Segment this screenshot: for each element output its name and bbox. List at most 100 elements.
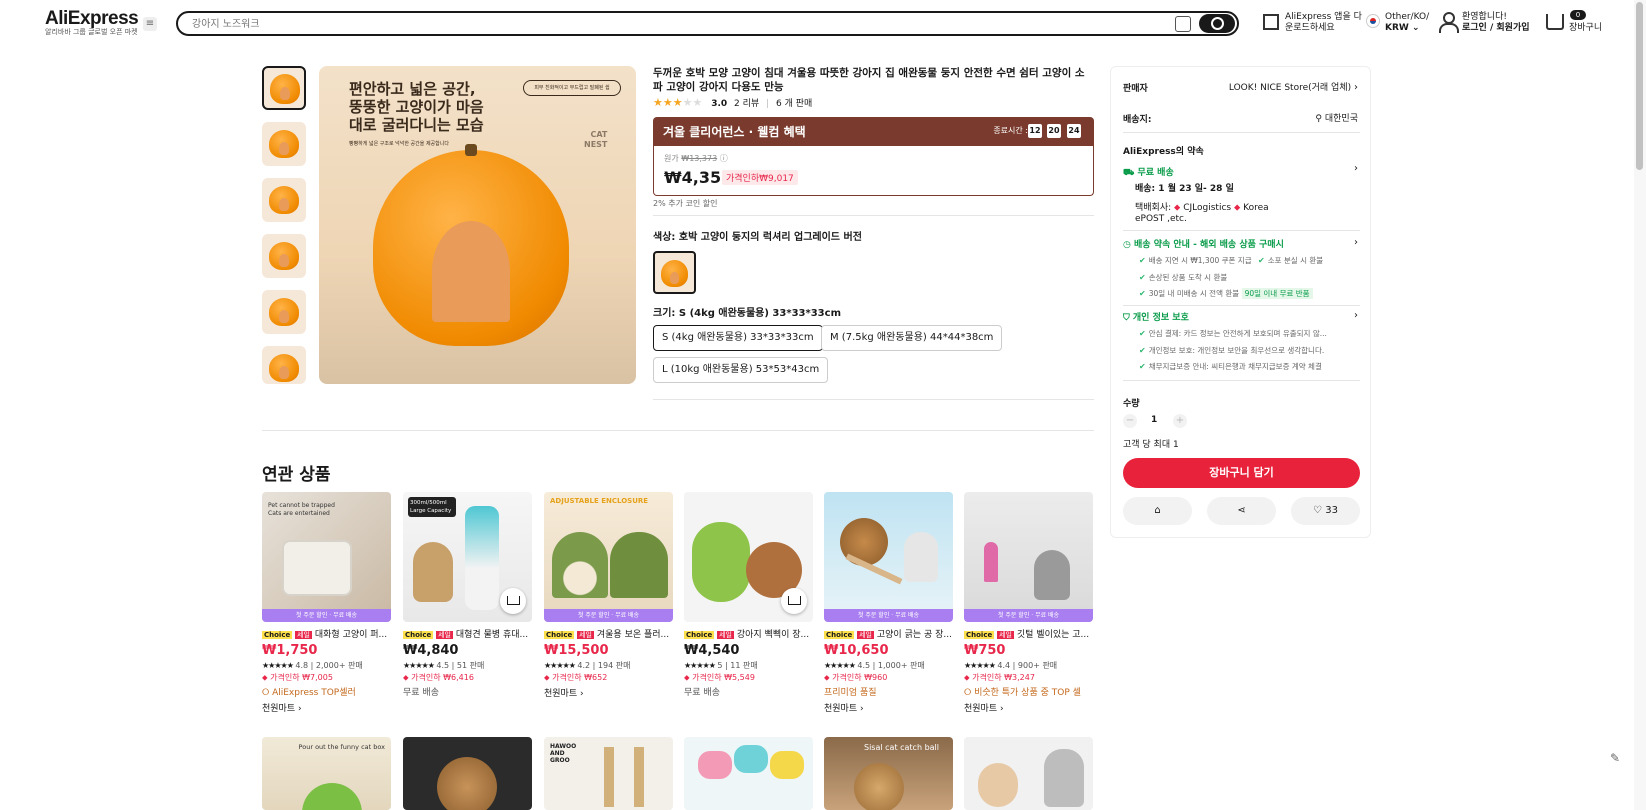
size-option-m[interactable]: M (7.5kg 애완동물용) 44*44*38cm bbox=[821, 325, 1003, 351]
product-card[interactable]: ADJUSTABLE ENCLOSURE 첫 주문 할인 · 무료 배송 Cho… bbox=[544, 492, 673, 699]
free-return-tag: 90일 이내 무료 반품 bbox=[1241, 288, 1313, 299]
star-icon: ★★ bbox=[682, 96, 703, 109]
product-image[interactable]: 300ml/500ml Large Capacity bbox=[403, 492, 532, 622]
image-badge: 피부 친화적이고 부드럽고 밀폐된 쉼 bbox=[523, 80, 621, 96]
product-image[interactable] bbox=[403, 737, 532, 810]
account-menu[interactable]: 환영합니다! 로그인 / 회원가입 bbox=[1462, 12, 1530, 34]
search-button[interactable] bbox=[1199, 14, 1235, 33]
size-option-l[interactable]: L (10kg 애완동물용) 53*53*43cm bbox=[653, 357, 829, 383]
product-image[interactable]: Pour out the funny cat box bbox=[262, 737, 391, 810]
store-button[interactable]: ⌂ bbox=[1123, 497, 1192, 525]
carrier-info: 택배회사: ⬥ CJLogistics ⬥ Korea bbox=[1135, 203, 1269, 213]
thumbnail[interactable] bbox=[262, 346, 306, 384]
share-button[interactable]: ⋖ bbox=[1207, 497, 1276, 525]
search-input[interactable] bbox=[192, 16, 1092, 32]
region-currency-selector[interactable]: Other/KO/ KRW ⌄ bbox=[1385, 12, 1429, 34]
thumbnail[interactable] bbox=[262, 290, 306, 334]
mart-link[interactable]: 천원마트 › bbox=[544, 686, 673, 699]
seller-link[interactable]: LOOK! NICE Store(거래 업체) › bbox=[1229, 80, 1358, 93]
shield-icon: ⛉ bbox=[1123, 313, 1130, 323]
product-image[interactable] bbox=[684, 737, 813, 810]
dog-shape bbox=[413, 542, 453, 602]
mart-link[interactable]: 천원마트 › bbox=[964, 701, 1093, 714]
quantity-label: 수량 bbox=[1123, 399, 1140, 409]
puzzle-feeder-shape bbox=[282, 540, 352, 596]
divider bbox=[1123, 305, 1360, 306]
brush-shape bbox=[604, 747, 614, 807]
coin-discount: 2% 추가 코인 할인 bbox=[653, 199, 718, 208]
product-card[interactable]: 300ml/500ml Large Capacity Choice 세일 대형견… bbox=[403, 492, 532, 698]
product-card[interactable]: 첫 주문 할인 · 무료 배송 Choice 세일 고양이 긁는 공 장... … bbox=[824, 492, 953, 714]
product-image[interactable]: HAWOO AND GROO bbox=[544, 737, 673, 810]
pumpkin-bed-illustration bbox=[373, 150, 569, 346]
pumpkin-stem bbox=[465, 144, 477, 156]
app-download-link[interactable]: AliExpress 앱을 다 운로드하세요 bbox=[1285, 12, 1362, 34]
product-image[interactable]: Pet cannot be trapped Cats are entertaine… bbox=[262, 492, 391, 622]
product-image[interactable]: Sisal cat catch ball bbox=[824, 737, 953, 810]
add-to-cart-button[interactable]: 장바구니 담기 bbox=[1123, 458, 1360, 488]
truck-icon: ⛟ bbox=[1123, 168, 1135, 178]
quantity-limit: 고객 당 최대 1 bbox=[1123, 440, 1179, 450]
search-bar bbox=[176, 11, 1239, 36]
timer-hours: 12 bbox=[1028, 124, 1042, 138]
cart-icon[interactable] bbox=[1546, 14, 1564, 30]
purchase-panel: 판매자 LOOK! NICE Store(거래 업체) › 배송지: ⚲ 대한민… bbox=[1110, 66, 1371, 538]
wishlist-button[interactable]: ♡ 33 bbox=[1291, 497, 1360, 525]
ship-to-selector[interactable]: ⚲ 대한민국 bbox=[1315, 111, 1358, 124]
mart-link[interactable]: 천원마트 › bbox=[262, 701, 391, 714]
free-shipping[interactable]: ⛟ 무료 배송 bbox=[1123, 165, 1174, 179]
add-to-cart-icon[interactable] bbox=[500, 588, 526, 614]
chevron-right-icon: › bbox=[1354, 82, 1358, 93]
quantity-increase-button[interactable]: + bbox=[1173, 414, 1187, 428]
size-option-s[interactable]: S (4kg 애완동물용) 33*33*33cm bbox=[653, 325, 823, 351]
info-icon[interactable]: ⓘ bbox=[720, 154, 728, 163]
heart-icon: ♡ bbox=[1313, 505, 1323, 516]
cart-label[interactable]: 장바구니 bbox=[1569, 23, 1602, 34]
camera-search-icon[interactable] bbox=[1175, 16, 1191, 32]
product-image[interactable] bbox=[964, 737, 1093, 810]
chevron-right-icon[interactable]: › bbox=[1354, 310, 1358, 321]
product-card[interactable]: Choice 세일 강아지 삑삑이 장... ₩4,540 ★★★★★ 5 | … bbox=[684, 492, 813, 698]
cart-count-badge: 0 bbox=[1570, 10, 1586, 20]
thumbnail[interactable] bbox=[262, 234, 306, 278]
divider bbox=[1123, 230, 1360, 231]
original-price: 원가 ₩13,373 ⓘ bbox=[664, 154, 728, 163]
product-card[interactable]: Pet cannot be trapped Cats are entertaine… bbox=[262, 492, 391, 714]
quantity-value[interactable]: 1 bbox=[1151, 415, 1157, 425]
quantity-decrease-button[interactable]: − bbox=[1123, 414, 1137, 428]
sisal-ball-shape bbox=[437, 757, 497, 810]
promo-banner: 겨울 클리어런스 · 웰컴 혜택 종료시간 : 12 20 24 bbox=[653, 117, 1094, 146]
delivery-date: 배송: 1 월 23 일- 28 일 bbox=[1135, 184, 1234, 194]
scrollbar-thumb[interactable] bbox=[1636, 2, 1643, 170]
privacy-protection[interactable]: ⛉ 개인 정보 보호 bbox=[1123, 310, 1189, 323]
reviews-link[interactable]: 2 리뷰 bbox=[734, 99, 759, 109]
mart-link[interactable]: 천원마트 › bbox=[824, 701, 953, 714]
brush-shape bbox=[634, 747, 644, 807]
thumbnail[interactable] bbox=[262, 178, 306, 222]
snail-toy-shape bbox=[692, 522, 750, 602]
color-swatch[interactable] bbox=[653, 251, 696, 294]
thumbnail[interactable] bbox=[262, 122, 306, 166]
user-icon[interactable] bbox=[1438, 12, 1459, 33]
clock-icon: ◷ bbox=[1123, 240, 1131, 250]
divider bbox=[653, 215, 1094, 216]
delivery-guarantee[interactable]: ◷ 배송 약속 안내 - 해외 배송 상품 구매시 bbox=[1123, 237, 1284, 250]
add-to-cart-icon[interactable] bbox=[781, 588, 807, 614]
chevron-right-icon[interactable]: › bbox=[1354, 163, 1358, 174]
image-subtext: 빵빵하게 넓은 구조로 넉넉한 공간을 제공합니다 bbox=[349, 141, 449, 147]
main-product-image[interactable]: 편안하고 넓은 공간, 뚱뚱한 고양이가 마음 대로 굴러다니는 모습 피부 친… bbox=[319, 66, 636, 384]
product-image[interactable]: ADJUSTABLE ENCLOSURE 첫 주문 할인 · 무료 배송 bbox=[544, 492, 673, 622]
chevron-right-icon[interactable]: › bbox=[1354, 237, 1358, 248]
bath-brush-shape bbox=[698, 751, 732, 779]
product-title: 두꺼운 호박 모양 고양이 침대 겨울용 따뜻한 강아지 집 애완동물 둥지 안… bbox=[653, 67, 1085, 93]
menu-icon[interactable]: ≡ bbox=[143, 17, 157, 31]
edit-feedback-icon[interactable]: ✎ bbox=[1610, 751, 1620, 765]
qr-code-icon[interactable] bbox=[1263, 14, 1279, 30]
product-image[interactable]: 첫 주문 할인 · 무료 배송 bbox=[964, 492, 1093, 622]
product-image[interactable]: 첫 주문 할인 · 무료 배송 bbox=[824, 492, 953, 622]
product-image[interactable] bbox=[684, 492, 813, 622]
header: AliExpress 알리바바 그룹 글로벌 오픈 마켓 ≡ AliExpres… bbox=[0, 0, 1646, 46]
toy-shape bbox=[302, 783, 362, 810]
product-card[interactable]: 첫 주문 할인 · 무료 배송 Choice 세일 깃털 벨이있는 고... ₩… bbox=[964, 492, 1093, 714]
thumbnail[interactable] bbox=[262, 66, 306, 110]
